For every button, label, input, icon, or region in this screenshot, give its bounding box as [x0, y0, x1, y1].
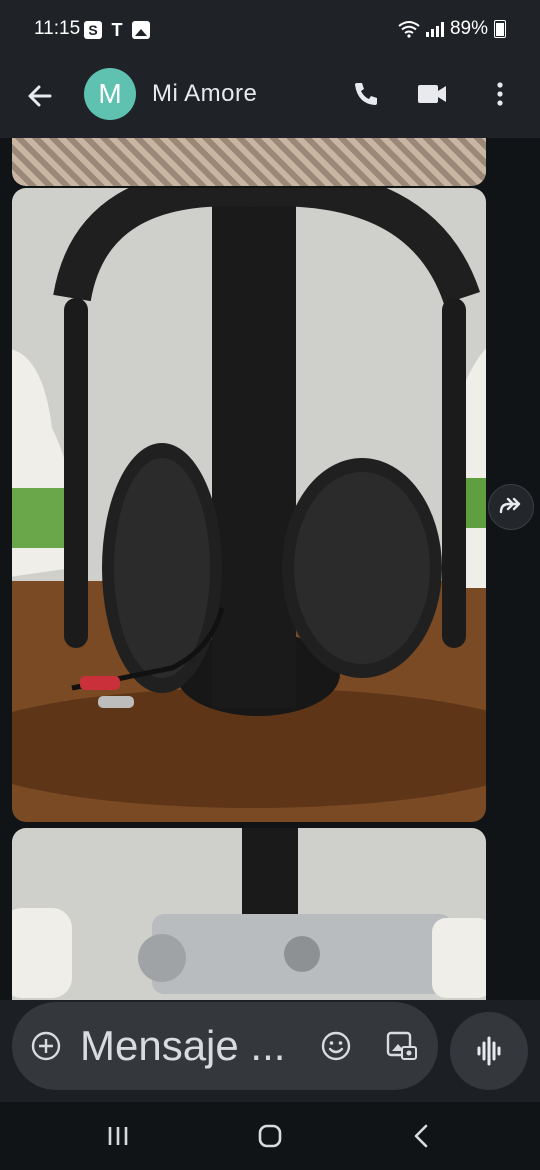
clamp-illustration [12, 828, 486, 998]
system-nav-bar [0, 1102, 540, 1170]
avatar[interactable]: M [84, 68, 136, 120]
video-call-icon[interactable] [414, 76, 450, 112]
samsung-s-icon: S [84, 21, 102, 39]
gallery-notification-icon [132, 21, 150, 39]
home-icon[interactable] [252, 1118, 288, 1154]
signal-icon [425, 21, 444, 37]
voice-icon [477, 1036, 501, 1066]
message-input[interactable]: Mensaje ... [80, 1022, 285, 1070]
t-mobile-icon: T [111, 20, 123, 40]
message-composer: Mensaje ... [0, 1000, 540, 1102]
battery-percent: 89% [449, 18, 488, 39]
message-list[interactable] [0, 138, 540, 1000]
wifi-icon [398, 21, 420, 38]
contact-name[interactable]: Mi Amore [152, 80, 257, 108]
emoji-icon[interactable] [320, 1030, 352, 1062]
phone-icon[interactable] [348, 76, 384, 112]
status-bar: 11:15 S T 89% [0, 0, 540, 60]
back-arrow-icon[interactable] [22, 78, 58, 114]
forward-icon[interactable] [488, 484, 534, 530]
conversation-header: M Mi Amore [0, 60, 540, 138]
more-vert-icon[interactable] [482, 76, 518, 112]
status-right: 89% [398, 18, 506, 40]
gallery-icon[interactable] [384, 1028, 420, 1064]
message-field[interactable]: Mensaje ... [12, 1002, 438, 1090]
status-time: 11:15 [34, 18, 81, 39]
voice-button[interactable] [450, 1012, 528, 1090]
back-icon[interactable] [404, 1118, 440, 1154]
metal-clamp-photo[interactable] [12, 828, 486, 1000]
headphones-illustration [12, 188, 486, 808]
doily-photo[interactable] [12, 138, 486, 186]
headphones-photo[interactable] [12, 188, 486, 822]
recents-icon[interactable] [100, 1118, 136, 1154]
battery-icon [494, 20, 506, 38]
add-icon[interactable] [30, 1030, 62, 1062]
